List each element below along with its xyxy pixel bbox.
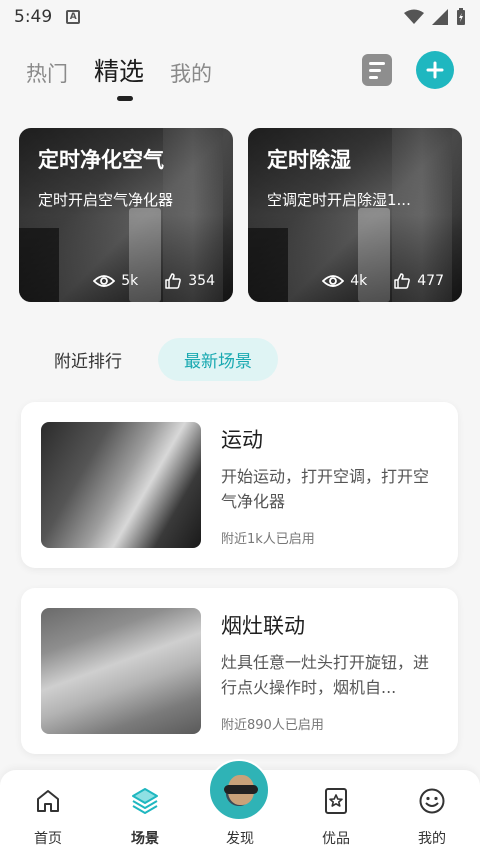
home-icon xyxy=(37,790,59,812)
add-scene-button[interactable] xyxy=(416,51,454,89)
scene-name: 烟灶联动 xyxy=(221,614,305,638)
scene-desc: 灶具任意一灶头打开旋钮，进行点火操作时，烟机自... xyxy=(221,653,430,697)
document-icon-line xyxy=(369,75,378,79)
tab-featured[interactable]: 精选 xyxy=(94,52,144,88)
view-count: 4k xyxy=(350,273,368,289)
notification-badge-icon: A xyxy=(66,10,81,24)
nav-scenes[interactable]: 场景 xyxy=(105,786,185,848)
nav-label: 场景 xyxy=(131,831,159,847)
hero-stats: 5k 354 xyxy=(93,272,215,290)
scene-thumbnail xyxy=(41,422,201,548)
nav-home[interactable]: 首页 xyxy=(8,786,88,848)
hero-card-air-purify[interactable]: 定时净化空气 定时开启空气净化器 5k 354 xyxy=(19,128,233,302)
like-count: 354 xyxy=(188,273,215,289)
tab-latest-scenes[interactable]: 最新场景 xyxy=(158,338,278,381)
hero-title: 定时净化空气 xyxy=(38,148,164,172)
hero-desc: 空调定时开启除湿1... xyxy=(267,191,411,209)
nav-label: 优品 xyxy=(322,831,350,847)
wifi-icon xyxy=(404,9,424,24)
sub-tabs: 附近排行 最新场景 xyxy=(36,338,278,381)
document-button[interactable] xyxy=(362,54,392,86)
plus-icon xyxy=(426,61,444,79)
view-count: 5k xyxy=(121,273,139,289)
thumbs-up-icon xyxy=(165,273,182,289)
nav-products[interactable]: 优品 xyxy=(296,786,376,848)
scene-thumbnail xyxy=(41,608,201,734)
scene-card-stove-hood[interactable]: 烟灶联动 灶具任意一灶头打开旋钮，进行点火操作时，烟机自... 附近890人已启… xyxy=(21,588,458,754)
document-icon-line xyxy=(369,68,381,72)
layers-icon xyxy=(132,788,158,814)
status-time: 5:49 xyxy=(14,7,53,27)
scene-usage-count: 附近1k人已启用 xyxy=(221,532,315,547)
scene-name: 运动 xyxy=(221,428,263,452)
nav-label: 我的 xyxy=(418,831,446,847)
scene-usage-count: 附近890人已启用 xyxy=(221,718,324,733)
document-icon-line xyxy=(369,61,385,65)
nav-mine[interactable]: 我的 xyxy=(392,786,472,848)
avatar-goggles xyxy=(224,785,258,794)
signal-icon xyxy=(432,9,448,25)
thumbs-up-icon xyxy=(394,273,411,289)
status-bar: 5:49 A xyxy=(0,0,480,34)
status-icons xyxy=(404,8,466,26)
hero-title: 定时除湿 xyxy=(267,148,351,172)
battery-icon xyxy=(457,8,465,25)
tab-hot[interactable]: 热门 xyxy=(26,58,68,88)
hero-card-dehumidify[interactable]: 定时除湿 空调定时开启除湿1... 4k 477 xyxy=(248,128,462,302)
nav-label: 首页 xyxy=(34,831,62,847)
discover-avatar-icon[interactable] xyxy=(208,759,270,821)
top-tabs: 热门 精选 我的 xyxy=(26,52,212,88)
like-count: 477 xyxy=(417,273,444,289)
hero-stats: 4k 477 xyxy=(322,272,444,290)
eye-icon xyxy=(322,275,345,287)
eye-icon xyxy=(93,275,116,287)
tab-mine[interactable]: 我的 xyxy=(170,58,212,88)
smiley-icon xyxy=(419,788,445,814)
nav-label: 发现 xyxy=(226,831,254,847)
scene-desc: 开始运动，打开空调，打开空气净化器 xyxy=(221,467,430,511)
tab-nearby-ranking[interactable]: 附近排行 xyxy=(36,338,140,381)
scene-card-exercise[interactable]: 运动 开始运动，打开空调，打开空气净化器 附近1k人已启用 xyxy=(21,402,458,568)
hero-desc: 定时开启空气净化器 xyxy=(38,191,174,209)
star-bookmark-icon xyxy=(325,788,347,814)
tab-indicator xyxy=(117,96,133,101)
